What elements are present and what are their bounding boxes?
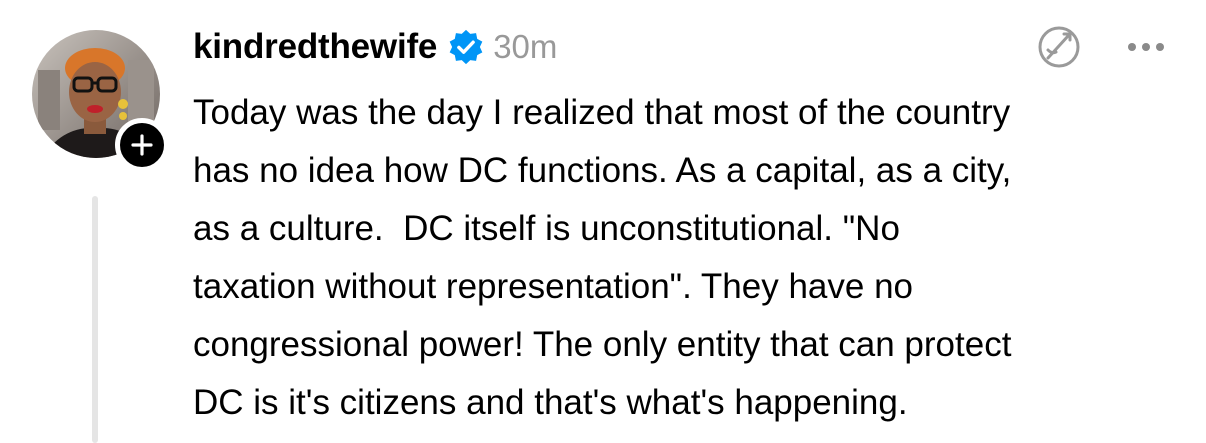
thread-line: [92, 196, 98, 443]
more-options-icon: [1128, 43, 1164, 51]
thread-post: kindredthewife 30m Today was the day I r…: [0, 0, 1206, 443]
translate-icon: [1038, 26, 1080, 68]
plus-icon: [131, 134, 153, 156]
more-options-button[interactable]: [1126, 41, 1166, 53]
post-actions: [1034, 24, 1166, 70]
post-body-text: Today was the day I realized that most o…: [193, 93, 1012, 422]
post-header: kindredthewife 30m: [193, 22, 557, 72]
post-timestamp: 30m: [493, 28, 558, 65]
verified-badge-icon: [449, 29, 483, 65]
follow-button[interactable]: [115, 118, 169, 172]
translate-button[interactable]: [1034, 24, 1084, 70]
username[interactable]: kindredthewife: [193, 27, 437, 67]
